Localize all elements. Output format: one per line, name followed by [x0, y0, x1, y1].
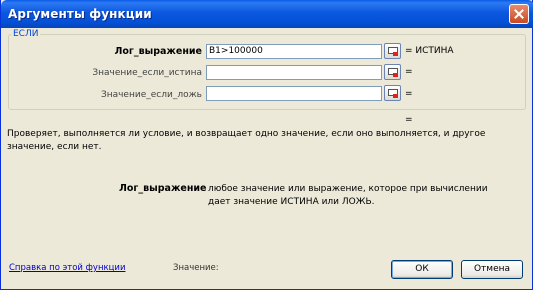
arg-result-value-if-true: = — [405, 67, 413, 77]
arg-help-text: любое значение или выражение, которое пр… — [208, 184, 488, 207]
arg-result-value-if-false: = — [405, 89, 413, 99]
function-description: Проверяет, выполняется ли условие, и воз… — [7, 129, 486, 152]
value-if-false-input[interactable] — [206, 86, 382, 101]
arg-result-logical-test: = ИСТИНА — [405, 46, 454, 56]
ok-button[interactable]: ОК — [391, 260, 453, 279]
value-if-true-input[interactable] — [206, 65, 382, 80]
collapse-dialog-icon[interactable] — [384, 64, 401, 80]
arg-label-logical-test: Лог_выражение — [114, 46, 202, 57]
group-legend: ЕСЛИ — [11, 29, 41, 39]
title-bar[interactable]: Аргументы функции — [1, 0, 533, 28]
function-arguments-dialog: Аргументы функции ЕСЛИ Лог_выражение B1>… — [0, 0, 533, 290]
logical-test-input[interactable]: B1>100000 — [206, 44, 382, 59]
collapse-dialog-icon[interactable] — [384, 43, 401, 59]
close-icon[interactable] — [509, 4, 529, 24]
value-label: Значение: — [173, 263, 219, 273]
help-link[interactable]: Справка по этой функции — [9, 263, 125, 273]
cancel-button[interactable]: Отмена — [461, 260, 523, 279]
arg-label-value-if-false: Значение_если_ложь — [100, 90, 202, 100]
formula-result: = — [405, 115, 413, 125]
arg-help-name: Лог_выражение — [119, 183, 207, 194]
arg-label-value-if-true: Значение_если_истина — [92, 68, 202, 78]
collapse-dialog-icon[interactable] — [384, 85, 401, 101]
window-title: Аргументы функции — [8, 7, 152, 21]
